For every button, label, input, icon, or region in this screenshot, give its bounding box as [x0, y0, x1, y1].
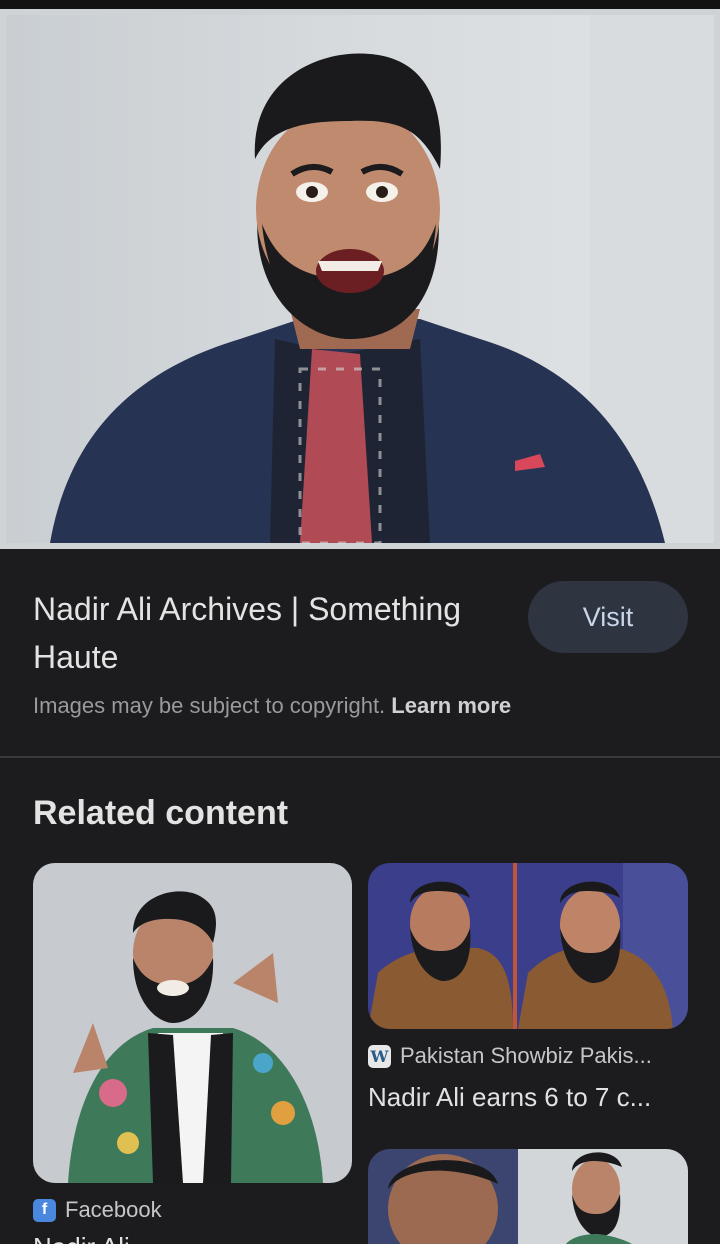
related-card-2-title[interactable]: Nadir Ali earns 6 to 7 c... — [368, 1082, 673, 1113]
result-title[interactable]: Nadir Ali Archives | Something Haute — [33, 585, 463, 681]
related-card-2-source-name: Pakistan Showbiz Pakis... — [400, 1043, 652, 1068]
related-card-2-image[interactable] — [368, 863, 688, 1029]
related-card-1-title[interactable]: Nadir Ali — [33, 1232, 343, 1244]
status-bar-strip — [0, 0, 720, 9]
hero-image[interactable] — [0, 9, 720, 549]
result-info-panel: Nadir Ali Archives | Something Haute Vis… — [0, 549, 720, 758]
related-photo-1 — [33, 863, 352, 1183]
related-card-1-source-name: Facebook — [65, 1197, 162, 1222]
learn-more-link[interactable]: Learn more — [391, 693, 511, 718]
related-photo-3 — [368, 1149, 688, 1244]
related-content-heading: Related content — [33, 794, 289, 832]
related-card-2-source[interactable]: W Pakistan Showbiz Pakis... — [368, 1043, 688, 1069]
wordpress-icon: W — [368, 1044, 391, 1068]
related-content-section: Related content W Pakistan Showbiz Pakis… — [0, 760, 720, 1244]
related-card-1-source[interactable]: f Facebook — [33, 1197, 162, 1223]
visit-button[interactable]: Visit — [528, 581, 688, 653]
facebook-icon: f — [33, 1198, 56, 1222]
copyright-text: Images may be subject to copyright. — [33, 693, 386, 718]
hero-photo — [6, 15, 714, 545]
related-card-1-image[interactable] — [33, 863, 352, 1183]
related-card-3-image[interactable] — [368, 1149, 688, 1244]
related-photo-2 — [368, 863, 688, 1029]
copyright-notice: Images may be subject to copyright. Lear… — [33, 693, 511, 719]
